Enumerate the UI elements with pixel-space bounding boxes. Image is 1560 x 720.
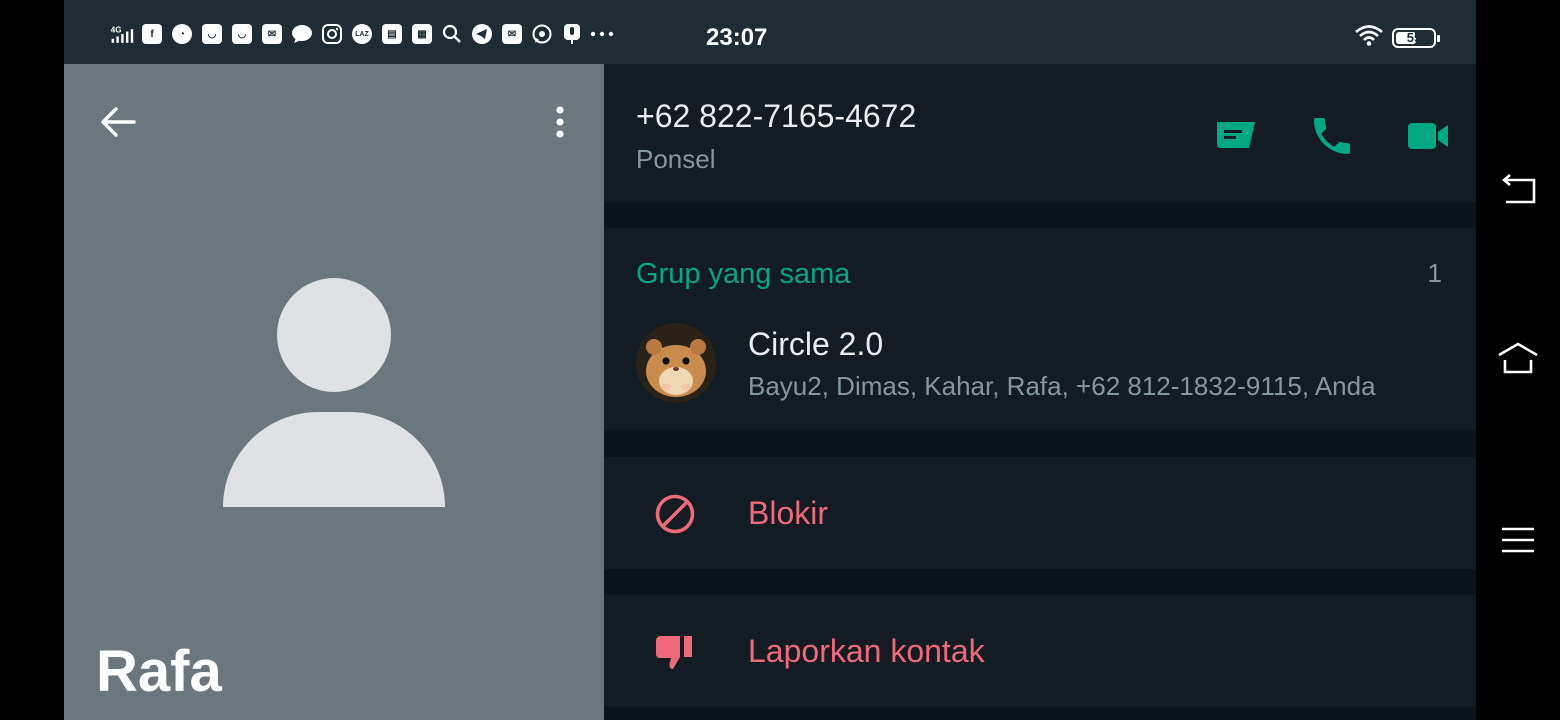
status-bar: 4G f ◔ ◡ ◡ ✉ LAZ ▤ ▦ ✉ 23:07 55 <box>64 0 1476 64</box>
search-icon <box>440 22 464 46</box>
nav-home-button[interactable] <box>1498 338 1538 378</box>
phone-type: Ponsel <box>636 144 716 174</box>
avatar-head <box>277 278 391 392</box>
lazada-icon: LAZ <box>350 22 374 46</box>
report-contact-label: Laporkan kontak <box>748 633 985 669</box>
hamster-photo-icon <box>636 323 716 403</box>
instagram-icon <box>320 22 344 46</box>
back-button[interactable] <box>96 100 140 144</box>
thumbs-down-icon <box>654 631 696 673</box>
telegram-icon <box>470 22 494 46</box>
video-camera-icon <box>1408 123 1448 149</box>
group-avatar <box>636 323 716 403</box>
nav-back-button[interactable] <box>1498 170 1538 210</box>
arrow-left-icon <box>101 107 136 137</box>
report-contact-button[interactable]: Laporkan kontak <box>604 595 1476 707</box>
whatsapp-icon <box>530 22 554 46</box>
speedometer-icon: ◔ <box>170 22 194 46</box>
block-button[interactable]: Blokir <box>604 457 1476 569</box>
svg-text:4G: 4G <box>111 25 122 34</box>
facebook-icon: f <box>140 22 164 46</box>
message-icon <box>1217 122 1255 148</box>
microphone-icon <box>560 22 584 46</box>
notification-icons: 4G f ◔ ◡ ◡ ✉ LAZ ▤ ▦ ✉ <box>110 22 614 46</box>
mail-icon: ✉ <box>500 22 524 46</box>
wifi-icon <box>1354 24 1384 51</box>
home-icon <box>1498 342 1538 374</box>
nav-menu-button[interactable] <box>1498 520 1538 560</box>
phone-icon <box>1314 118 1350 154</box>
chat-bubble-icon <box>290 22 314 46</box>
common-groups-card: Grup yang sama 1 Circle 2.0 Bayu2, Dimas… <box>604 228 1476 430</box>
group-name: Circle 2.0 <box>748 326 884 362</box>
message-button[interactable] <box>1212 112 1260 160</box>
contact-info-panel: +62 822-7165-4672 Ponsel Grup yang sama … <box>604 64 1476 720</box>
signal-icon: 4G <box>110 22 134 46</box>
voice-call-button[interactable] <box>1308 112 1356 160</box>
kebab-menu-icon <box>556 106 564 138</box>
mail-box-icon: ▤ <box>380 22 404 46</box>
shopping-bag-icon: ◡ <box>200 22 224 46</box>
battery-percent: 55 <box>1406 29 1422 45</box>
common-groups-title: Grup yang sama <box>636 258 851 290</box>
clock: 23:07 <box>706 24 768 51</box>
more-dots-icon <box>590 22 614 46</box>
group-members: Bayu2, Dimas, Kahar, Rafa, +62 812-1832-… <box>748 371 1376 401</box>
shopping-bag-icon: ◡ <box>230 22 254 46</box>
mail-icon: ✉ <box>260 22 284 46</box>
hamburger-menu-icon <box>1502 527 1534 553</box>
phone-card: +62 822-7165-4672 Ponsel <box>604 64 1476 202</box>
system-status: 55 <box>1354 24 1440 51</box>
more-options-button[interactable] <box>542 100 578 144</box>
system-navigation-bar <box>1476 0 1560 720</box>
block-label: Blokir <box>748 495 829 531</box>
phone-number[interactable]: +62 822-7165-4672 <box>636 98 916 135</box>
contact-name: Rafa <box>96 639 222 704</box>
return-arrow-icon <box>1501 174 1536 204</box>
block-icon <box>654 493 696 535</box>
video-call-button[interactable] <box>1404 112 1452 160</box>
common-groups-count: 1 <box>1427 258 1442 288</box>
battery-indicator: 55 <box>1392 27 1440 48</box>
contact-photo-panel[interactable]: Rafa <box>64 64 604 720</box>
avatar-body <box>223 412 445 507</box>
news-icon: ▦ <box>410 22 434 46</box>
